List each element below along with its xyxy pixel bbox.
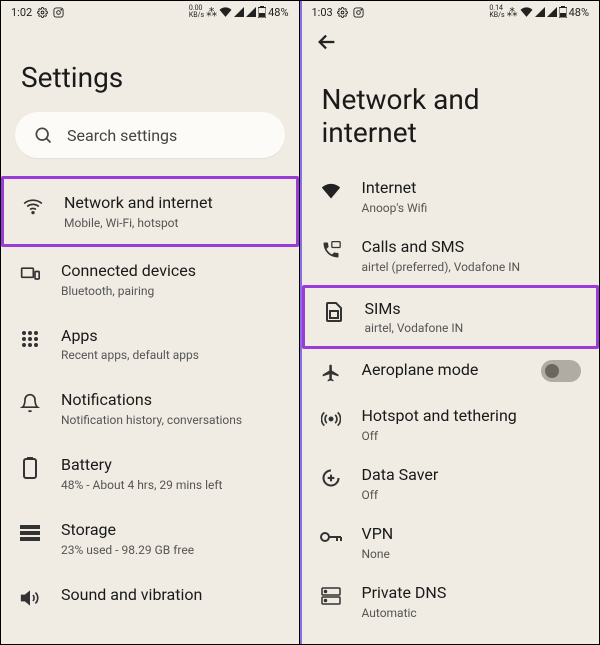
network-item-vpn[interactable]: VPN None [302,513,600,572]
item-title: Battery [61,455,281,476]
hotspot-icon [320,408,342,430]
wifi-icon [320,180,342,202]
network-item-datasaver[interactable]: Data Saver Off [302,454,600,513]
network-item-hotspot[interactable]: Hotspot and tethering Off [302,395,600,454]
wifi-icon [520,7,533,17]
search-placeholder: Search settings [67,126,177,145]
battery-icon [19,457,41,479]
battery-icon [559,6,567,18]
item-title: Private DNS [362,583,582,604]
aeroplane-toggle[interactable] [541,360,581,382]
net-speed: 0.00KB/s [189,5,204,19]
item-sub: airtel, Vodafone IN [365,321,579,335]
item-sub: 48% - About 4 hrs, 29 mins left [61,478,281,492]
page-title: Network and internet [302,53,600,167]
search-icon [33,125,53,145]
devices-icon [19,263,41,285]
wifi-icon [219,7,232,17]
item-sub: None [362,547,582,561]
phone-screen-settings: 1:02 0.00KB/s ⁂ 48% Settings Search sett… [1,1,300,644]
signal-icon-2 [246,7,256,17]
battery-pct: 48% [569,6,589,19]
data-saver-icon [320,467,342,489]
page-title: Settings [1,21,299,112]
network-item-calls[interactable]: Calls and SMS airtel (preferred), Vodafo… [302,226,600,285]
apps-icon [19,328,41,350]
status-time: 1:03 [312,6,333,19]
bluetooth-icon: ⁂ [206,6,217,19]
airplane-icon [320,362,342,384]
item-title: VPN [362,524,582,545]
gear-icon [337,6,349,18]
arrow-left-icon [316,31,338,53]
item-sub: 23% used - 98.29 GB free [61,543,281,557]
signal-icon [535,7,545,17]
instagram-icon [52,6,64,18]
signal-icon [234,7,244,17]
status-bar: 1:02 0.00KB/s ⁂ 48% [1,1,299,21]
item-sub: Anoop's Wifi [362,201,582,215]
signal-icon-2 [547,7,557,17]
item-title: Data Saver [362,465,582,486]
item-title: Calls and SMS [362,237,582,258]
item-sub: Mobile, Wi-Fi, hotspot [64,216,278,230]
back-button[interactable] [302,21,600,53]
phone-screen-network: 1:03 0.14KB/s ⁂ 48% Network and internet… [300,1,600,644]
item-title: Storage [61,520,281,541]
status-time: 1:02 [11,6,32,19]
storage-icon [19,522,41,544]
item-sub: Notification history, conversations [61,413,281,427]
item-title: SIMs [365,299,579,320]
dns-icon [320,585,342,607]
item-title: Notifications [61,390,281,411]
item-title: Internet [362,178,582,199]
settings-item-battery[interactable]: Battery 48% - About 4 hrs, 29 mins left [1,441,299,506]
item-title: Apps [61,326,281,347]
item-title: Aeroplane mode [362,360,522,381]
wifi-icon [22,195,44,217]
bell-icon [19,392,41,414]
network-item-internet[interactable]: Internet Anoop's Wifi [302,167,600,226]
net-speed: 0.14KB/s [489,5,504,19]
item-sub: Off [362,429,582,443]
item-title: Hotspot and tethering [362,406,582,427]
sim-icon [323,301,345,323]
item-title: Connected devices [61,261,281,282]
settings-item-storage[interactable]: Storage 23% used - 98.29 GB free [1,506,299,571]
network-item-aeroplane[interactable]: Aeroplane mode [302,349,600,395]
item-sub: Automatic [362,606,582,620]
settings-item-network[interactable]: Network and internet Mobile, Wi-Fi, hots… [1,176,299,247]
volume-icon [19,587,41,609]
item-title: Network and internet [64,193,278,214]
gear-icon [36,6,48,18]
item-sub: Bluetooth, pairing [61,284,281,298]
battery-pct: 48% [268,6,288,19]
item-title: Sound and vibration [61,585,281,606]
item-sub: Recent apps, default apps [61,348,281,362]
key-icon [320,526,342,548]
settings-item-apps[interactable]: Apps Recent apps, default apps [1,312,299,377]
item-sub: Off [362,488,582,502]
settings-item-connected[interactable]: Connected devices Bluetooth, pairing [1,247,299,312]
status-bar: 1:03 0.14KB/s ⁂ 48% [302,1,600,21]
network-item-sims[interactable]: SIMs airtel, Vodafone IN [302,285,600,350]
bluetooth-icon: ⁂ [507,6,518,19]
instagram-icon [353,6,365,18]
settings-item-sound[interactable]: Sound and vibration [1,571,299,623]
item-sub: airtel (preferred), Vodafone IN [362,260,582,274]
settings-item-notifications[interactable]: Notifications Notification history, conv… [1,376,299,441]
phone-msg-icon [320,239,342,261]
network-item-dns[interactable]: Private DNS Automatic [302,572,600,631]
battery-icon [258,6,266,18]
search-input[interactable]: Search settings [15,112,285,158]
